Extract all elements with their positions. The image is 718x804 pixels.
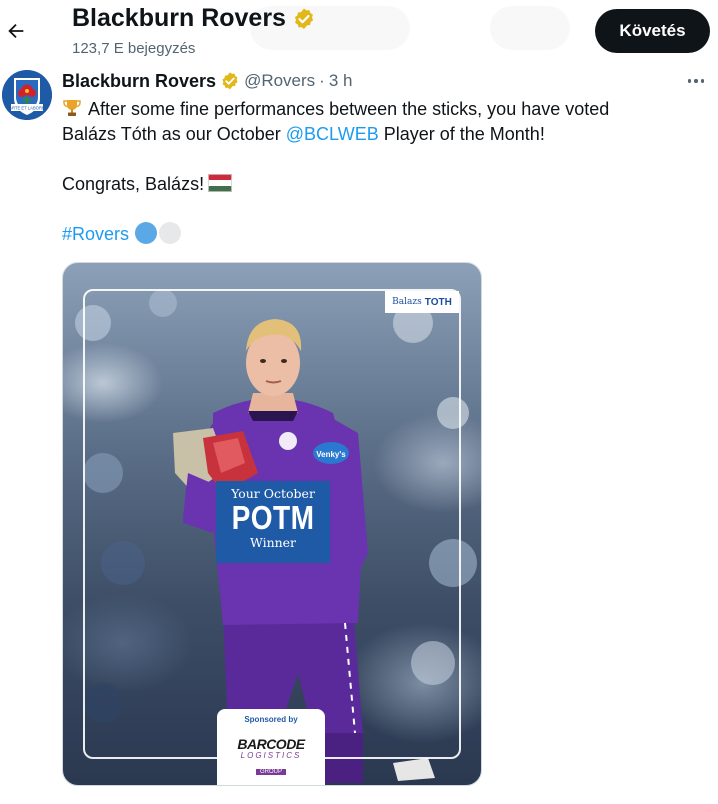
sponsor-subtitle: LOGISTICS — [240, 751, 302, 760]
profile-title: Blackburn Rovers — [72, 4, 316, 33]
sponsor-group: GROUP — [255, 769, 286, 775]
post-author-handle[interactable]: @Rovers — [244, 71, 315, 91]
crest-motto: ARTE ET LABORE — [9, 106, 45, 111]
post-text-line: After some fine performances between the… — [62, 97, 702, 122]
post-text-line: Congrats, Balázs! — [62, 172, 702, 197]
post-author-row: Blackburn Rovers @Rovers · 3 h — [62, 70, 352, 92]
mention-link[interactable]: @BCLWEB — [286, 124, 379, 144]
sponsor-name: BARCODE — [237, 736, 305, 752]
verified-badge-icon — [294, 8, 314, 29]
hashtag-link[interactable]: #Rovers — [62, 224, 129, 244]
arrow-left-icon — [8, 23, 24, 39]
avatar[interactable]: ARTE ET LABORE — [2, 70, 52, 120]
post-text-line: #Rovers — [62, 222, 702, 247]
potm-line2: POTM — [231, 499, 315, 536]
follow-button[interactable]: Követés — [595, 9, 710, 53]
player-name-tag: Balazs TOTH — [385, 291, 459, 313]
post-text-blank — [62, 147, 702, 172]
back-button[interactable] — [2, 14, 30, 48]
profile-name: Blackburn Rovers — [72, 4, 286, 32]
post-text-line: Balázs Tóth as our October @BCLWEB Playe… — [62, 122, 702, 147]
player-last-name: TOTH — [424, 296, 452, 308]
sponsor-label: Sponsored by — [244, 715, 298, 724]
post-text-part: After some fine performances between the… — [88, 99, 610, 119]
more-options-icon — [687, 79, 692, 83]
post-timestamp[interactable]: 3 h — [329, 71, 353, 91]
post-text-blank — [62, 197, 702, 222]
post-count: 123,7 E bejegyzés — [72, 40, 196, 57]
hashflag-icon — [135, 222, 182, 244]
more-options-button[interactable] — [682, 70, 710, 92]
post-author-name[interactable]: Blackburn Rovers — [62, 71, 216, 92]
post-text-part: Congrats, Balázs! — [62, 174, 205, 194]
verified-badge-icon — [222, 72, 238, 90]
sponsor-panel: Sponsored by BARCODE LOGISTICS GROUP — [217, 709, 325, 785]
separator-dot: · — [319, 71, 325, 90]
post-text: After some fine performances between the… — [62, 97, 702, 247]
potm-line3: Winner — [249, 535, 297, 550]
player-first-name: Balazs — [392, 297, 422, 307]
club-crest-icon: ARTE ET LABORE — [2, 70, 52, 120]
potm-badge: Your October POTM Winner — [216, 481, 330, 563]
post-text-part: Player of the Month! — [378, 124, 545, 144]
profile-header: Blackburn Rovers 123,7 E bejegyzés Követ… — [0, 0, 718, 64]
post-text-part: Balázs Tóth as our October — [62, 124, 286, 144]
post-media-image[interactable]: Venky's Balazs TOTH Your October POTM Win… — [62, 262, 482, 786]
trophy-emoji-icon — [63, 100, 81, 116]
header-background-shape — [490, 6, 570, 50]
hungary-flag-emoji-icon — [208, 174, 233, 192]
